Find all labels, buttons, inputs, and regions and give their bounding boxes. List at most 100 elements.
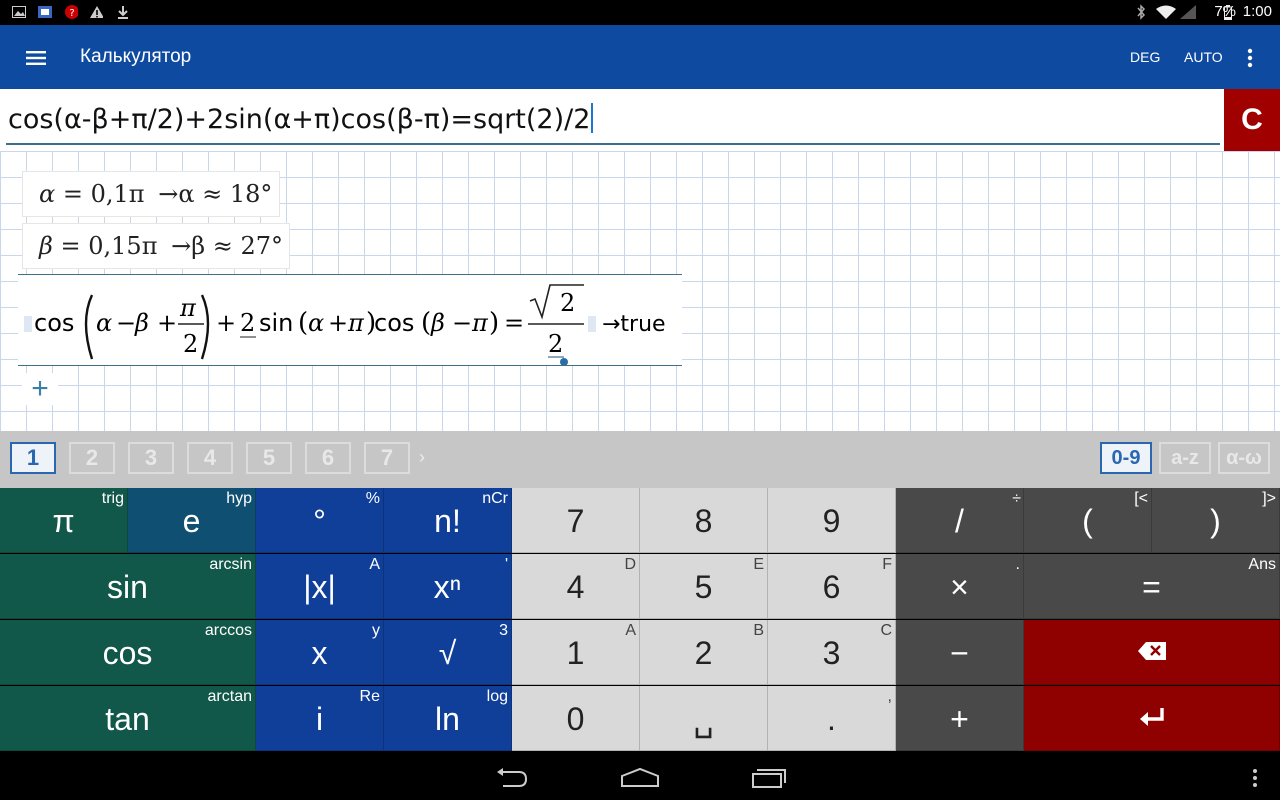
key-0[interactable]: 0	[512, 686, 640, 751]
clock: 1:00	[1242, 3, 1272, 20]
gallery-icon	[12, 4, 26, 20]
key-9[interactable]: 9	[768, 488, 896, 553]
key-4[interactable]: 4D	[512, 554, 640, 619]
key-label: π	[52, 503, 75, 539]
key-enter[interactable]	[1024, 686, 1280, 751]
worksheet-cell-alpha[interactable]: α = 0,1π →α ≈ 18°	[22, 171, 280, 217]
worksheet-cell-beta[interactable]: β = 0,15π →β ≈ 27°	[22, 223, 290, 269]
action-bar: Калькулятор DEG AUTO	[0, 25, 1280, 89]
worksheet-cell-equation[interactable]: cos α − β + π 2 + 2 sin ( α + π ) cos ( …	[18, 274, 682, 366]
key-label: −	[950, 635, 969, 671]
key-backspace[interactable]	[1024, 620, 1280, 685]
keyboard-page-tab-7[interactable]: 7	[364, 442, 410, 474]
key-6[interactable]: 6F	[768, 554, 896, 619]
keyboard-page-tab-5[interactable]: 5	[246, 442, 292, 474]
keyboard-page-tab-2[interactable]: 2	[69, 442, 115, 474]
overflow-menu-icon[interactable]	[1248, 767, 1262, 789]
angle-mode-button[interactable]: DEG	[1130, 49, 1160, 65]
app-icon	[38, 4, 52, 20]
keyboard-page-tab-4[interactable]: 4	[187, 442, 233, 474]
status-bar: ? 7% 1:00	[0, 0, 1280, 25]
key-x[interactable]: xy	[256, 620, 384, 685]
key-equals[interactable]: = Ans	[1024, 554, 1280, 619]
key-abs[interactable]: |x| A	[256, 554, 384, 619]
key-sqrt[interactable]: √ 3	[384, 620, 512, 685]
key-8[interactable]: 8	[640, 488, 768, 553]
plus-sign: +	[328, 309, 348, 337]
text-cursor	[591, 103, 594, 133]
mode-tab-digits[interactable]: 0-9	[1100, 442, 1152, 474]
key-secondary: nCr	[482, 490, 508, 507]
plus-sign: +	[216, 309, 236, 337]
app-title: Калькулятор	[80, 46, 192, 67]
var-value: 0,1π	[90, 180, 145, 208]
add-cell-button[interactable]: +	[22, 372, 58, 405]
key-secondary: E	[753, 556, 764, 573]
key-label: =	[1142, 569, 1161, 605]
key-1[interactable]: 1A	[512, 620, 640, 685]
key-label: |x|	[303, 569, 336, 605]
more-tabs-indicator: ›	[419, 447, 425, 467]
key-label: )	[1210, 503, 1221, 539]
key-sin[interactable]: sin arcsin	[0, 554, 256, 619]
home-icon[interactable]	[620, 766, 660, 788]
key-power[interactable]: xⁿ '	[384, 554, 512, 619]
keyboard-tab-bar: 1 2 3 4 5 6 7 › 0-9 a-z α-ω	[0, 431, 1280, 488]
sqrt-argument: 2	[560, 289, 575, 317]
paren-close: )	[489, 308, 499, 338]
input-underline	[6, 143, 1220, 145]
key-ln[interactable]: ln log	[384, 686, 512, 751]
download-icon	[116, 4, 130, 20]
key-label: i	[315, 701, 324, 737]
key-degree[interactable]: °%	[256, 488, 384, 553]
key-secondary: C	[880, 622, 892, 639]
key-minus[interactable]: −	[896, 620, 1024, 685]
key-label: 1	[566, 635, 585, 671]
cursor-handle[interactable]	[560, 358, 568, 365]
key-imaginary[interactable]: i Re	[256, 686, 384, 751]
key-space[interactable]: ␣	[640, 686, 768, 751]
key-e[interactable]: e hyp	[128, 488, 256, 553]
key-cos[interactable]: cos arccos	[0, 620, 256, 685]
mode-tab-latin[interactable]: a-z	[1159, 442, 1211, 474]
overflow-menu-icon[interactable]	[1242, 47, 1258, 69]
auto-mode-button[interactable]: AUTO	[1184, 49, 1223, 65]
menu-icon[interactable]	[20, 45, 52, 71]
keyboard-page-tab-6[interactable]: 6	[305, 442, 351, 474]
equation-render: cos α − β + π 2 + 2 sin ( α + π ) cos ( …	[24, 284, 666, 365]
cell-result: →true	[602, 312, 666, 337]
cell-expression: β = 0,15π →β ≈ 27°	[39, 232, 283, 260]
key-multiply[interactable]: ×.	[896, 554, 1024, 619]
key-pi[interactable]: π trig	[0, 488, 128, 553]
back-icon[interactable]	[495, 767, 529, 787]
paren-open: (	[298, 308, 308, 338]
var-name: α	[39, 180, 56, 208]
equals-sign: =	[62, 180, 83, 208]
key-7[interactable]: 7	[512, 488, 640, 553]
key-plus[interactable]: +	[896, 686, 1024, 751]
plus-sign: +	[157, 309, 177, 337]
keyboard-page-tab-3[interactable]: 3	[128, 442, 174, 474]
key-secondary: Re	[359, 688, 380, 705]
key-secondary: hyp	[226, 490, 252, 507]
key-divide[interactable]: / ÷	[896, 488, 1024, 553]
key-2[interactable]: 2B	[640, 620, 768, 685]
key-5[interactable]: 5E	[640, 554, 768, 619]
recent-apps-icon[interactable]	[751, 767, 787, 789]
clear-button[interactable]: C	[1224, 89, 1280, 151]
expression-input[interactable]: cos(α-β+π/2)+2sin(α+π)cos(β-π)=sqrt(2)/2	[8, 103, 1208, 135]
key-decimal[interactable]: .,	[768, 686, 896, 751]
key-label: °	[313, 503, 326, 539]
keyboard-page-tab-1[interactable]: 1	[10, 442, 56, 474]
key-label: (	[1082, 503, 1093, 539]
key-secondary: F	[882, 556, 892, 573]
key-secondary: y	[372, 622, 380, 639]
navigation-bar	[0, 752, 1280, 800]
key-factorial[interactable]: n! nCr	[384, 488, 512, 553]
key-3[interactable]: 3C	[768, 620, 896, 685]
key-close-paren[interactable]: )]>	[1152, 488, 1280, 553]
key-open-paren[interactable]: ([<	[1024, 488, 1152, 553]
key-label: tan	[105, 701, 150, 737]
key-tan[interactable]: tan arctan	[0, 686, 256, 751]
mode-tab-greek[interactable]: α-ω	[1218, 442, 1270, 474]
